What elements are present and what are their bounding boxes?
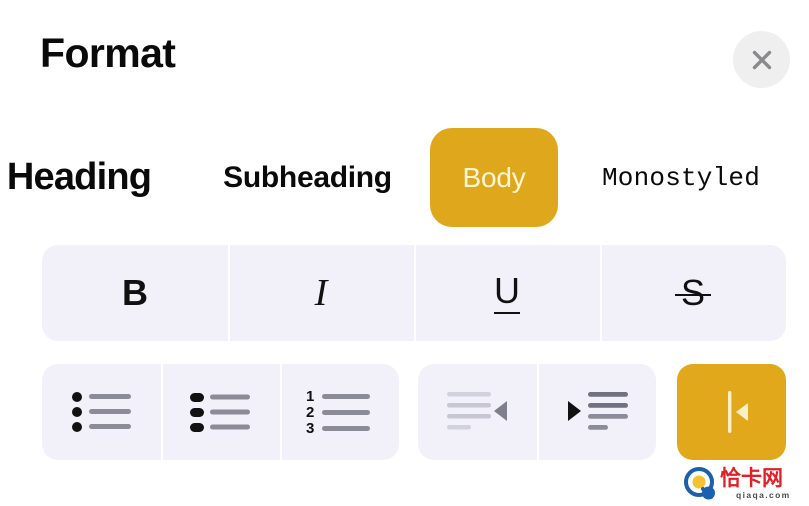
block-quote-icon [708,387,756,437]
list-style-group: 1 2 3 [42,364,399,460]
watermark: 恰卡网 qiaqa.com [684,464,806,504]
paragraph-style-row: Heading Subheading Body Monostyled [0,128,809,228]
character-style-group: B I U S [42,245,786,341]
watermark-logo-icon [684,467,718,501]
style-option-heading[interactable]: Heading [0,128,204,227]
close-button[interactable] [733,31,790,88]
watermark-brand: 恰卡网 [720,466,783,491]
outdent-icon [446,388,509,436]
svg-text:2: 2 [306,404,314,421]
underline-glyph: U [494,272,520,314]
watermark-text: 恰卡网 qiaqa.com [720,468,791,500]
block-quote-button[interactable] [677,364,786,460]
style-option-body[interactable]: Body [430,128,558,227]
bulleted-list-icon [71,389,133,435]
indent-group [418,364,656,460]
page-title: Format [40,30,176,76]
strikethrough-button[interactable]: S [600,245,786,341]
sheet-header: Format [0,0,809,118]
italic-glyph: I [314,272,328,314]
underline-button[interactable]: U [414,245,600,341]
italic-button[interactable]: I [228,245,414,341]
svg-text:3: 3 [306,420,314,436]
strikethrough-glyph: S [674,272,712,313]
bold-glyph: B [122,272,148,313]
numbered-list-icon: 1 2 3 [306,388,374,436]
dashed-list-icon [189,389,252,435]
dashed-list-button[interactable] [161,364,280,460]
close-icon [749,47,775,73]
style-option-subheading[interactable]: Subheading [200,128,415,227]
numbered-list-button[interactable]: 1 2 3 [280,364,399,460]
bold-button[interactable]: B [42,245,228,341]
svg-text:1: 1 [306,388,314,405]
outdent-button[interactable] [418,364,537,460]
style-option-monostyled[interactable]: Monostyled [566,128,796,227]
bulleted-list-button[interactable] [42,364,161,460]
indent-button[interactable] [537,364,656,460]
indent-icon [566,388,628,436]
watermark-url: qiaqa.com [736,490,791,501]
